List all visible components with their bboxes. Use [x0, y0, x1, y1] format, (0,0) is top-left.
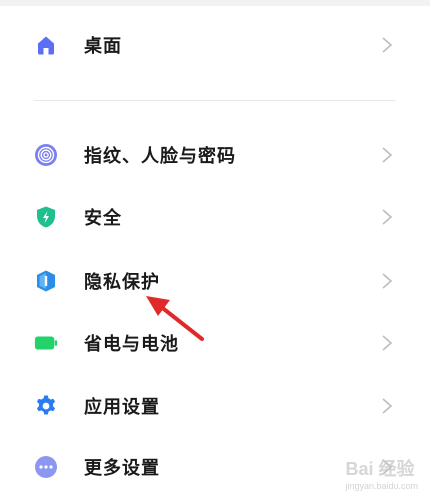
home-icon	[34, 33, 58, 57]
fingerprint-icon	[34, 143, 58, 167]
settings-item-security[interactable]: 安全	[0, 191, 430, 243]
chevron-right-icon	[382, 209, 393, 225]
battery-icon	[34, 331, 58, 355]
privacy-icon	[34, 269, 58, 293]
settings-item-privacy[interactable]: 隐私保护	[0, 255, 430, 307]
shield-icon	[34, 205, 58, 229]
settings-item-desktop[interactable]: 桌面	[0, 19, 430, 71]
chevron-right-icon	[382, 37, 393, 53]
watermark-url: jingyan.baidu.com	[345, 481, 418, 491]
settings-item-app-settings[interactable]: 应用设置	[0, 380, 430, 432]
settings-item-label: 隐私保护	[84, 272, 160, 293]
settings-item-label: 指纹、人脸与密码	[84, 146, 236, 167]
settings-item-battery[interactable]: 省电与电池	[0, 317, 430, 369]
watermark: Bai 经验 jingyan.baidu.com	[345, 455, 418, 491]
chevron-right-icon	[382, 273, 393, 289]
watermark-brand: Bai 经验	[345, 459, 415, 479]
settings-item-label: 安全	[84, 208, 122, 229]
chevron-right-icon	[382, 335, 393, 351]
settings-item-label: 桌面	[84, 36, 122, 57]
settings-item-label: 更多设置	[84, 458, 160, 479]
gear-icon	[34, 394, 58, 418]
section-divider	[34, 100, 396, 101]
settings-item-label: 省电与电池	[84, 334, 179, 355]
chevron-right-icon	[382, 147, 393, 163]
settings-item-label: 应用设置	[84, 397, 160, 418]
chevron-right-icon	[382, 398, 393, 414]
settings-item-fingerprint[interactable]: 指纹、人脸与密码	[0, 129, 430, 181]
top-divider-strip	[0, 0, 430, 6]
more-icon	[34, 455, 58, 479]
